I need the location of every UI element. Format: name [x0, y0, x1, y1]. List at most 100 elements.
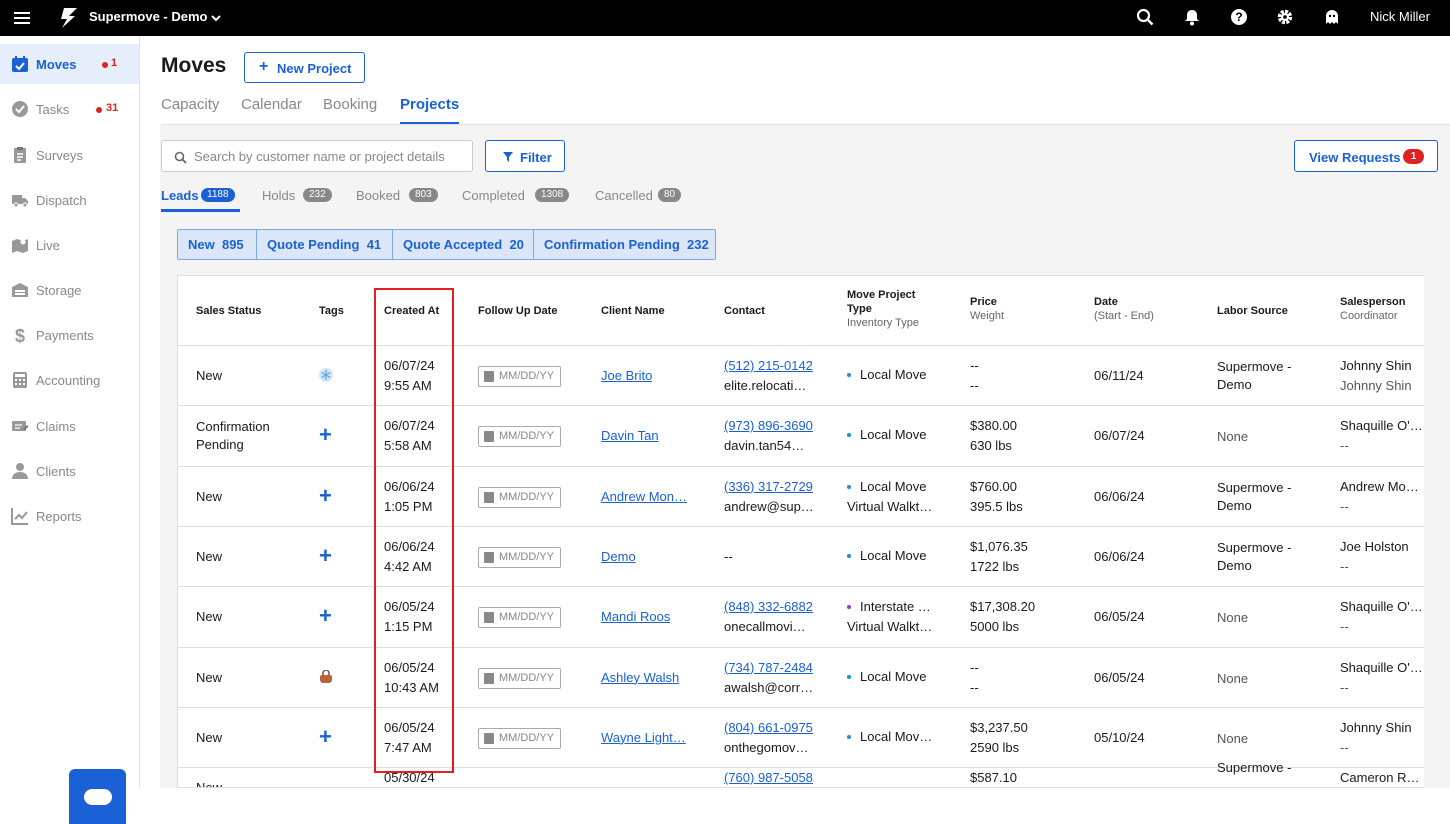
- contact-phone-link[interactable]: (512) 215-0142: [724, 356, 813, 375]
- segment-label: Quote Accepted: [403, 237, 503, 252]
- column-header-labor[interactable]: Labor Source: [1217, 304, 1288, 318]
- table-row[interactable]: New +06/05/24 1:15 PM MM/DD/YY Mandi Roos (84…: [178, 586, 1424, 646]
- sidebar-item-live[interactable]: Live: [0, 225, 139, 265]
- ghost-icon[interactable]: [1323, 8, 1341, 26]
- client-name-link[interactable]: Ashley Walsh: [601, 668, 679, 687]
- add-tag-icon[interactable]: +: [319, 424, 332, 446]
- follow-up-date-input[interactable]: MM/DD/YY: [478, 727, 561, 749]
- sidebar-item-tasks[interactable]: Tasks 31: [0, 89, 139, 129]
- page-title: Moves: [161, 54, 227, 77]
- table-row[interactable]: New 06/07/24 9:55 AM MM/DD/YY Joe Brito (512)…: [178, 345, 1424, 405]
- follow-up-date-input[interactable]: MM/DD/YY: [478, 366, 561, 387]
- status-tab-completed[interactable]: Completed: [462, 188, 525, 203]
- follow-up-date-input[interactable]: MM/DD/YY: [478, 667, 561, 689]
- segment-new[interactable]: New 895: [178, 230, 257, 259]
- chat-button[interactable]: [69, 769, 126, 824]
- tab-booking[interactable]: Booking: [323, 96, 377, 113]
- sidebar-item-moves[interactable]: Moves 1: [0, 44, 139, 84]
- column-header-sales-status[interactable]: Sales Status: [196, 304, 261, 318]
- tab-calendar[interactable]: Calendar: [241, 96, 302, 113]
- column-header-contact[interactable]: Contact: [724, 304, 765, 318]
- tab-projects[interactable]: Projects: [400, 96, 460, 125]
- sidebar-item-dispatch[interactable]: Dispatch: [0, 180, 139, 220]
- contact-email: elite.relocati…: [724, 378, 807, 393]
- view-requests-label: View Requests: [1309, 150, 1401, 165]
- client-name-link[interactable]: Davin Tan: [601, 426, 659, 445]
- status-tab-cancelled[interactable]: Cancelled: [595, 188, 653, 203]
- chevron-down-icon[interactable]: [210, 12, 222, 24]
- org-name[interactable]: Supermove - Demo: [89, 9, 207, 24]
- client-name-link[interactable]: Mandi Roos: [601, 607, 670, 626]
- sidebar-item-storage[interactable]: Storage: [0, 270, 139, 310]
- table-row[interactable]: New 06/05/24 10:43 AM MM/DD/YY Ashley Walsh(…: [178, 646, 1424, 707]
- follow-up-date-input[interactable]: MM/DD/YY: [478, 426, 561, 448]
- column-header-move-type[interactable]: Move Project Type Inventory Type: [847, 288, 937, 330]
- column-header-client[interactable]: Client Name: [601, 304, 665, 318]
- follow-up-date-input[interactable]: MM/DD/YY: [478, 486, 561, 508]
- sidebar-item-accounting[interactable]: Accounting: [0, 360, 139, 400]
- client-name-link[interactable]: Andrew Mon…: [601, 487, 687, 506]
- table-row[interactable]: New +06/06/24 1:05 PM MM/DD/YY Andrew Mon… (3…: [178, 465, 1424, 526]
- client-name-link[interactable]: Wayne Light…: [601, 728, 686, 747]
- follow-up-placeholder: MM/DD/YY: [499, 611, 554, 624]
- sidebar-item-clients[interactable]: Clients: [0, 451, 139, 491]
- contact-phone-link[interactable]: (734) 787-2484: [724, 658, 813, 677]
- main-content: Moves + New Project Capacity Calendar Bo…: [140, 36, 1450, 788]
- search-icon[interactable]: [1136, 8, 1154, 26]
- contact-phone-link[interactable]: (336) 317-2729: [724, 477, 813, 496]
- search-input[interactable]: [194, 149, 464, 164]
- sidebar-item-payments[interactable]: $ Payments: [0, 315, 139, 355]
- status-tab-count: 80: [658, 188, 682, 202]
- client-name-link[interactable]: Demo: [601, 547, 636, 566]
- column-header-date[interactable]: Date (Start - End): [1094, 295, 1154, 323]
- labor-source: None: [1217, 670, 1249, 686]
- supermove-logo[interactable]: [60, 7, 78, 29]
- snowflake-tag-icon[interactable]: [319, 368, 333, 382]
- segment-quote-accepted[interactable]: Quote Accepted 20: [393, 230, 534, 259]
- labor-source: None: [1217, 610, 1249, 626]
- add-tag-icon[interactable]: +: [319, 605, 332, 627]
- status-tab-booked[interactable]: Booked: [356, 188, 400, 203]
- status-tab-leads[interactable]: Leads: [161, 188, 199, 203]
- add-tag-icon[interactable]: +: [319, 725, 332, 747]
- contact-phone-link[interactable]: (973) 896-3690: [724, 416, 813, 435]
- bag-tag-icon[interactable]: [319, 669, 333, 684]
- user-name[interactable]: Nick Miller: [1370, 9, 1430, 24]
- table-row[interactable]: New+05/30/24MM/DD/YY(760) 987-5058$587.1…: [178, 760, 1424, 787]
- move-date: 06/06/24: [1094, 488, 1145, 504]
- bell-icon[interactable]: [1183, 8, 1201, 26]
- table-row[interactable]: New +06/06/24 4:42 AM MM/DD/YY Demo -- Local M…: [178, 525, 1424, 586]
- column-header-salesperson[interactable]: Salesperson Coordinator: [1340, 295, 1405, 323]
- follow-up-date-input[interactable]: MM/DD/YY: [478, 546, 561, 568]
- menu-icon[interactable]: [14, 9, 30, 27]
- contact-phone-link[interactable]: (848) 332-6882: [724, 597, 813, 616]
- labor-source: Supermove -: [1217, 760, 1292, 776]
- view-requests-button[interactable]: View Requests 1: [1294, 140, 1438, 172]
- new-project-button[interactable]: + New Project: [244, 52, 365, 83]
- table-row[interactable]: Confirmation Pending +06/07/24 5:58 AM MM/DD…: [178, 405, 1424, 465]
- sidebar-item-reports[interactable]: Reports: [0, 496, 139, 536]
- sidebar-item-label: Surveys: [36, 148, 83, 163]
- column-header-price[interactable]: Price Weight: [970, 295, 1004, 323]
- labor-source: None: [1217, 429, 1249, 445]
- segment-confirmation-pending[interactable]: Confirmation Pending 232: [534, 230, 715, 259]
- gear-icon[interactable]: [1276, 8, 1294, 26]
- follow-up-date-input[interactable]: MM/DD/YY: [478, 607, 561, 629]
- sidebar-item-label: Claims: [36, 419, 76, 434]
- contact-phone-link[interactable]: (760) 987-5058: [724, 768, 813, 787]
- contact-phone-link[interactable]: (804) 661-0975: [724, 718, 813, 737]
- segment-quote-pending[interactable]: Quote Pending 41: [257, 230, 393, 259]
- column-header-follow-up[interactable]: Follow Up Date: [478, 304, 557, 318]
- filter-button[interactable]: Filter: [485, 140, 565, 172]
- help-icon[interactable]: ?: [1230, 8, 1248, 26]
- header-label: Price: [970, 296, 997, 308]
- search-box[interactable]: [161, 140, 473, 172]
- status-tab-holds[interactable]: Holds: [262, 188, 295, 203]
- sidebar-item-claims[interactable]: Claims: [0, 406, 139, 446]
- sidebar-item-surveys[interactable]: Surveys: [0, 135, 139, 175]
- tab-capacity[interactable]: Capacity: [161, 96, 219, 113]
- client-name-link[interactable]: Joe Brito: [601, 366, 652, 385]
- add-tag-icon[interactable]: +: [319, 484, 332, 506]
- column-header-tags[interactable]: Tags: [319, 304, 344, 318]
- add-tag-icon[interactable]: +: [319, 544, 332, 566]
